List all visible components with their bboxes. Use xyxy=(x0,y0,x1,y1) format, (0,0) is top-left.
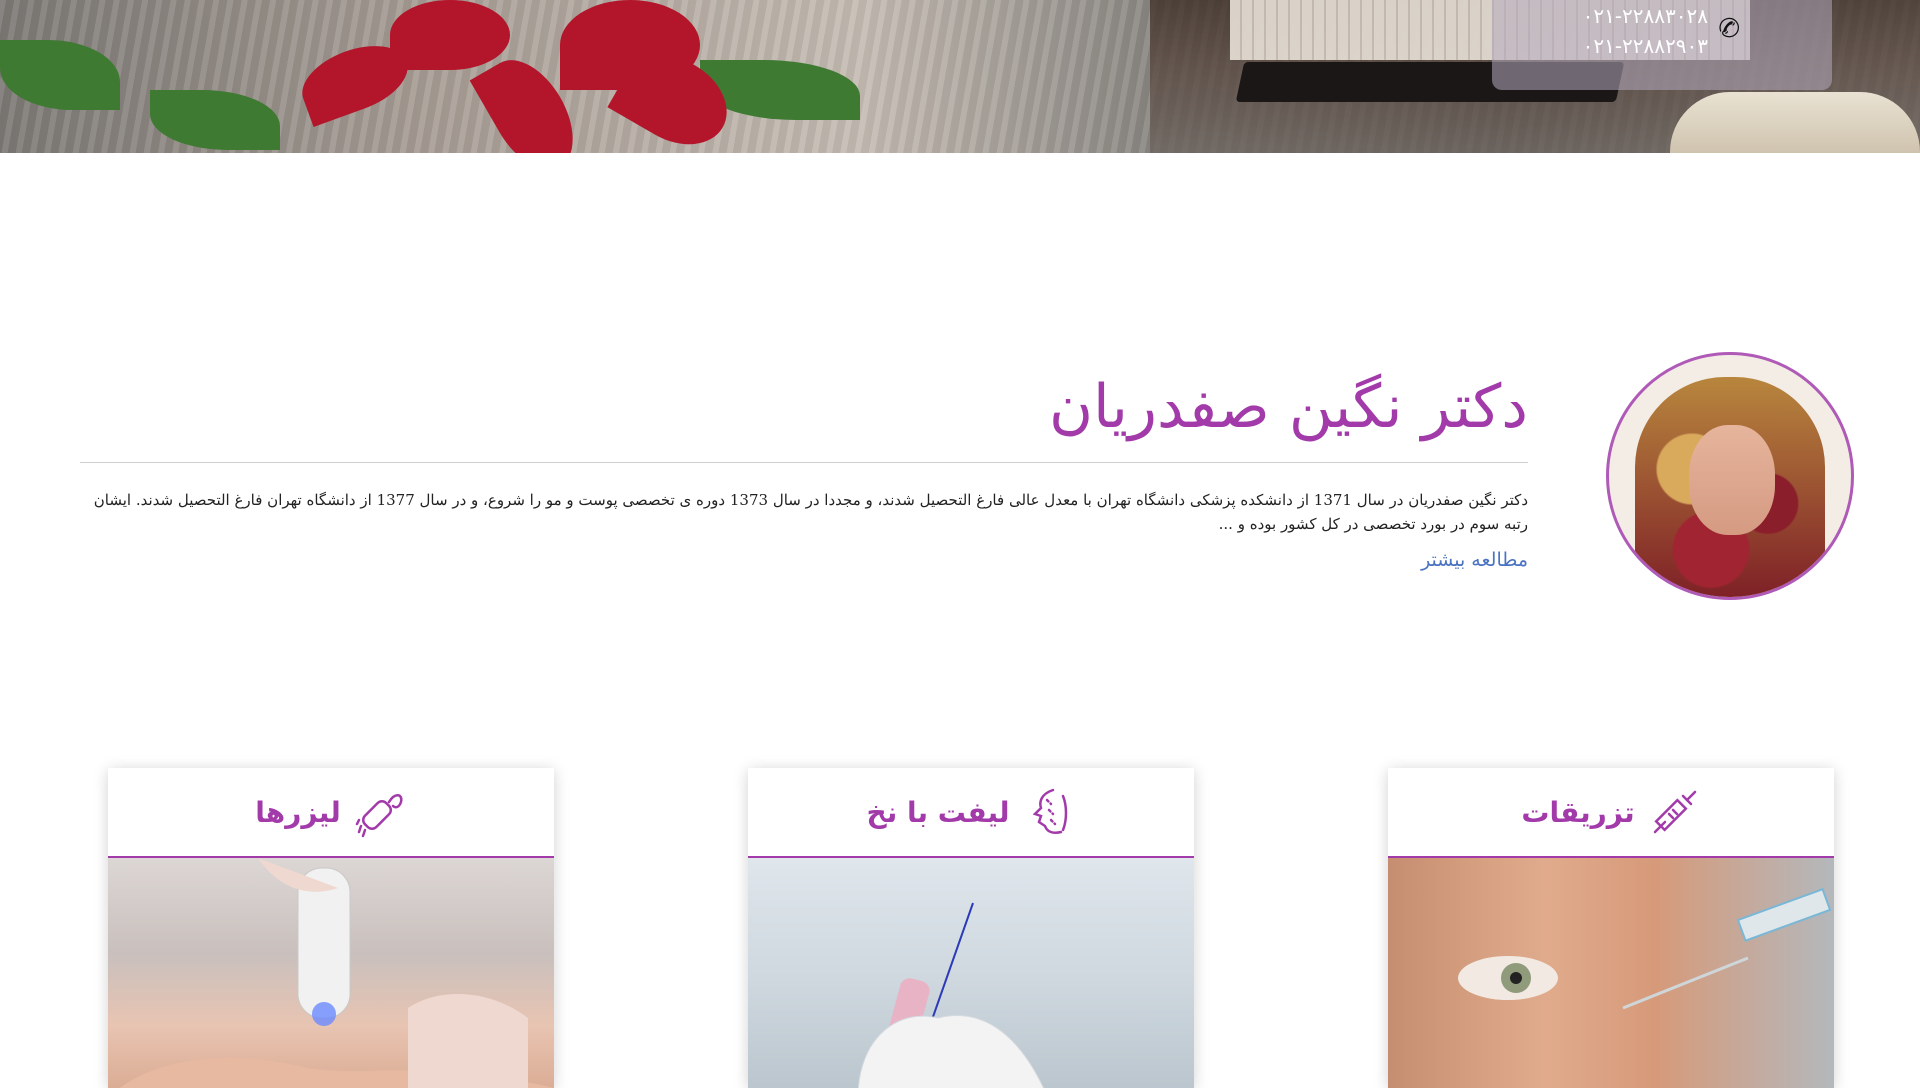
card-image-injections xyxy=(1388,858,1834,1088)
laser-device-icon xyxy=(355,794,403,838)
service-card-lasers[interactable]: لیزرها xyxy=(108,768,554,1088)
card-image-art xyxy=(119,858,554,1088)
card-image-art xyxy=(1458,887,1832,1010)
service-card-thread-lift[interactable]: لیفت با نخ xyxy=(748,768,1194,1088)
avatar-face xyxy=(1689,425,1775,535)
phone-number[interactable]: ۰۲۱-۲۲۸۸۳۰۲۸ xyxy=(1583,4,1708,28)
doctor-bio: دکتر نگین صفدریان در سال 1371 از دانشکده… xyxy=(93,491,1528,533)
card-title: تزریقات xyxy=(1521,795,1635,829)
card-header: تزریقات xyxy=(1388,768,1834,858)
phone-number[interactable]: ۰۲۱-۲۲۸۸۲۹۰۳ xyxy=(1583,34,1708,58)
hero-flower xyxy=(390,0,510,70)
doctor-avatar xyxy=(1606,352,1854,600)
divider xyxy=(80,462,1528,463)
syringe-icon xyxy=(1653,790,1696,834)
card-header: لیزرها xyxy=(108,768,554,858)
read-more-link[interactable]: مطالعه بیشتر xyxy=(1421,549,1528,571)
card-title: لیزرها xyxy=(255,795,341,829)
card-title: لیفت با نخ xyxy=(866,795,1010,829)
card-image-lasers xyxy=(108,858,554,1088)
hero-chair xyxy=(1670,92,1920,153)
service-card-injections[interactable]: تزریقات xyxy=(1388,768,1834,1088)
doctor-name: دکتر نگین صفدریان xyxy=(1048,372,1528,442)
face-thread-icon xyxy=(1033,788,1068,834)
card-image-art xyxy=(858,902,1044,1088)
card-image-thread-lift xyxy=(748,858,1194,1088)
card-header: لیفت با نخ xyxy=(748,768,1194,858)
hero-banner: ۰۲۱-۲۲۸۸۳۰۲۸ ۰۲۱-۲۲۸۸۲۹۰۳ ✆ xyxy=(0,0,1920,153)
